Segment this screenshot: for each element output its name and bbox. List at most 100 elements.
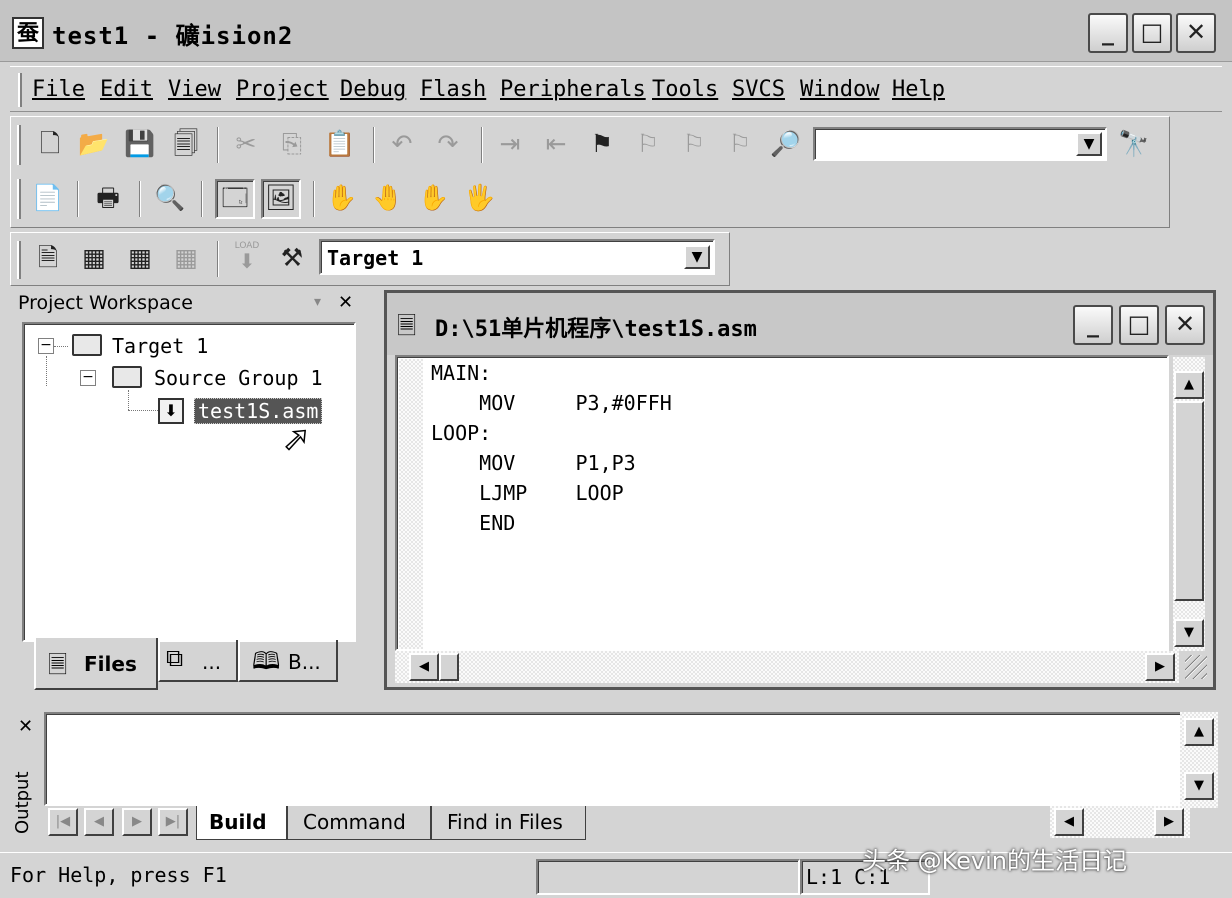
close-icon[interactable]: ✕ bbox=[18, 716, 33, 737]
tab-build[interactable]: Build bbox=[196, 806, 288, 840]
open-icon[interactable]: 📂 bbox=[77, 127, 111, 161]
registers-tab-icon: ⧉ bbox=[166, 644, 184, 672]
hand-dim-icon[interactable]: ✋ bbox=[417, 181, 451, 215]
target-options-icon[interactable]: ⚒ bbox=[275, 241, 309, 275]
menu-flash[interactable]: Flash bbox=[420, 77, 486, 102]
chevron-down-icon[interactable]: ▾ bbox=[314, 294, 321, 310]
find-in-files-icon[interactable]: 🔎 bbox=[769, 127, 803, 161]
resize-grip-icon[interactable] bbox=[1185, 655, 1207, 679]
cut-icon[interactable]: ✂ bbox=[229, 127, 263, 161]
workspace-window-icon[interactable]: 🗔 bbox=[215, 179, 255, 219]
menu-view[interactable]: View bbox=[168, 77, 221, 102]
editor-minimize-button[interactable]: _ bbox=[1073, 305, 1113, 345]
tree-target[interactable]: Target 1 bbox=[112, 334, 208, 358]
build-icon[interactable]: ▦ bbox=[77, 241, 111, 275]
next-bookmark-icon[interactable]: ⚐ bbox=[631, 127, 665, 161]
new-file-icon[interactable]: 🗋 bbox=[33, 127, 67, 161]
tab-command[interactable]: Command bbox=[286, 806, 432, 840]
chevron-down-icon[interactable]: ▼ bbox=[684, 245, 710, 269]
paste-icon[interactable]: 📋 bbox=[323, 127, 357, 161]
toolbar-grip bbox=[17, 179, 21, 219]
first-tab-button[interactable]: |◀ bbox=[48, 808, 78, 836]
chevron-down-icon[interactable]: ▼ bbox=[1076, 132, 1102, 156]
indent-icon[interactable]: ⇥ bbox=[493, 127, 527, 161]
menu-debug[interactable]: Debug bbox=[340, 77, 406, 102]
toolbar-separator bbox=[201, 181, 203, 217]
redo-icon[interactable]: ↷ bbox=[431, 127, 465, 161]
scroll-left-button[interactable]: ◀ bbox=[1054, 808, 1084, 836]
tab-books[interactable]: 🕮 B... bbox=[238, 640, 338, 682]
unindent-icon[interactable]: ⇤ bbox=[539, 127, 573, 161]
print-icon[interactable]: 🖶 bbox=[91, 181, 125, 215]
title-bar: 蚕 test1 - 礦ision2 _ □ ✕ bbox=[0, 0, 1232, 62]
scroll-left-button[interactable]: ◀ bbox=[409, 653, 439, 681]
output-horizontal-scrollbar[interactable]: ◀ ▶ bbox=[1050, 806, 1190, 838]
bookmark-icon[interactable]: ⚑ bbox=[585, 127, 619, 161]
menu-peripherals[interactable]: Peripherals bbox=[500, 77, 646, 102]
prev-tab-button[interactable]: ◀ bbox=[84, 808, 114, 836]
code-area[interactable]: MAIN: MOV P3,#0FFH LOOP: MOV P1,P3 LJMP … bbox=[395, 355, 1169, 651]
watermark: 头条 @Kevin的生活日记 bbox=[862, 847, 1128, 875]
debug-icon[interactable]: 🔍 bbox=[153, 181, 187, 215]
menu-help[interactable]: Help bbox=[892, 77, 945, 102]
scroll-down-button[interactable]: ▼ bbox=[1184, 772, 1214, 800]
scroll-right-button[interactable]: ▶ bbox=[1154, 808, 1184, 836]
scroll-down-button[interactable]: ▼ bbox=[1174, 619, 1204, 647]
menu-window[interactable]: Window bbox=[800, 77, 879, 102]
rebuild-icon[interactable]: ▦ bbox=[123, 241, 157, 275]
scroll-thumb[interactable] bbox=[1174, 401, 1204, 601]
project-tree: − Target 1 − Source Group 1 ⬇ test1S.asm… bbox=[22, 322, 356, 642]
open-file-icon[interactable]: 📄 bbox=[31, 181, 65, 215]
close-icon[interactable]: ✕ bbox=[338, 292, 353, 313]
target-select[interactable]: Target 1 ▼ bbox=[319, 239, 715, 275]
collapse-icon[interactable]: − bbox=[80, 370, 96, 386]
toolbar-separator bbox=[217, 241, 219, 277]
undo-icon[interactable]: ↶ bbox=[385, 127, 419, 161]
find-icon[interactable]: 🔭 bbox=[1117, 127, 1151, 161]
next-tab-button[interactable]: ▶ bbox=[122, 808, 152, 836]
prev-bookmark-icon[interactable]: ⚐ bbox=[677, 127, 711, 161]
menu-project[interactable]: Project bbox=[236, 77, 329, 102]
stop-build-icon[interactable]: ▦ bbox=[169, 241, 203, 275]
tree-group[interactable]: Source Group 1 bbox=[154, 366, 323, 390]
download-icon[interactable]: LOAD ⬇ bbox=[229, 241, 265, 277]
editor-close-button[interactable]: ✕ bbox=[1165, 305, 1205, 345]
status-panel bbox=[536, 859, 800, 895]
menu-file[interactable]: File bbox=[32, 77, 85, 102]
clear-bookmark-icon[interactable]: ⚐ bbox=[723, 127, 757, 161]
asm-file-icon: ⬇ bbox=[158, 398, 184, 424]
search-combo[interactable]: ▼ bbox=[813, 127, 1107, 161]
hand-icon[interactable]: ✋ bbox=[325, 181, 359, 215]
scroll-up-button[interactable]: ▲ bbox=[1174, 371, 1204, 399]
editor-vertical-scrollbar[interactable]: ▲ ▼ bbox=[1173, 357, 1205, 651]
menu-svcs[interactable]: SVCS bbox=[732, 77, 785, 102]
scroll-up-button[interactable]: ▲ bbox=[1184, 718, 1214, 746]
editor-maximize-button[interactable]: □ bbox=[1119, 305, 1159, 345]
save-icon[interactable]: 💾 bbox=[123, 127, 157, 161]
hand-grab-icon[interactable]: 🤚 bbox=[371, 181, 405, 215]
scroll-h-thumb[interactable] bbox=[439, 653, 459, 681]
tab-registers[interactable]: ⧉ ... bbox=[158, 640, 238, 682]
menu-tools[interactable]: Tools bbox=[652, 77, 718, 102]
copy-icon[interactable]: ⎘ bbox=[275, 127, 309, 161]
output-side-label: Output bbox=[12, 771, 33, 834]
save-all-icon[interactable]: 🗐 bbox=[169, 127, 203, 161]
editor-horizontal-scrollbar[interactable]: ◀ ▶ bbox=[395, 651, 1179, 683]
collapse-icon[interactable]: − bbox=[38, 338, 54, 354]
last-tab-button[interactable]: ▶| bbox=[158, 808, 188, 836]
minimize-button[interactable]: _ bbox=[1088, 13, 1128, 53]
tab-files[interactable]: 🗏 Files bbox=[34, 638, 158, 690]
menu-edit[interactable]: Edit bbox=[100, 77, 153, 102]
toolbar-grip bbox=[17, 241, 21, 279]
scroll-right-button[interactable]: ▶ bbox=[1145, 653, 1175, 681]
code-line: LJMP LOOP bbox=[431, 481, 624, 505]
tab-books-label: B... bbox=[288, 650, 321, 674]
translate-icon[interactable]: 🗎 bbox=[31, 241, 65, 275]
close-button[interactable]: ✕ bbox=[1176, 13, 1216, 53]
output-text-area[interactable] bbox=[44, 712, 1184, 806]
hand-stop-icon[interactable]: 🖐 bbox=[463, 181, 497, 215]
maximize-button[interactable]: □ bbox=[1132, 13, 1172, 53]
output-vertical-scrollbar[interactable]: ▲ ▼ bbox=[1180, 712, 1218, 808]
tab-find-in-files[interactable]: Find in Files bbox=[430, 806, 586, 840]
output-window-icon[interactable]: 🖼 bbox=[261, 179, 301, 219]
